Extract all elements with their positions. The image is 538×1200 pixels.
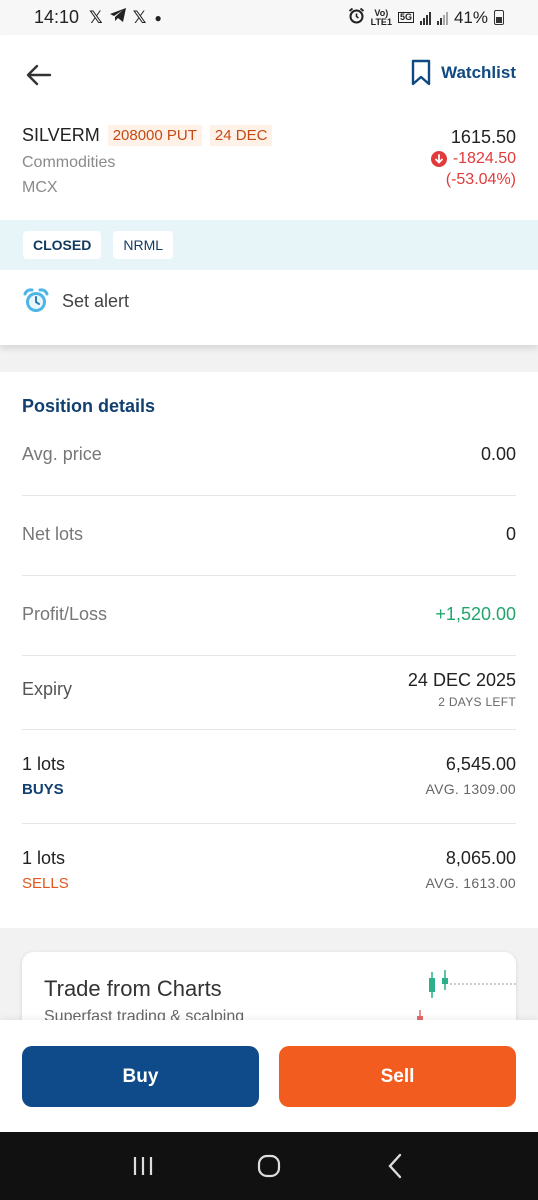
system-navigation-bar bbox=[0, 1132, 538, 1200]
instrument-header-card: Watchlist SILVERM 208000 PUT 24 DEC Comm… bbox=[0, 35, 538, 345]
battery-icon bbox=[494, 10, 504, 25]
sell-amount: 8,065.00 bbox=[445, 848, 516, 868]
sell-button[interactable]: Sell bbox=[279, 1046, 516, 1107]
avg-price-label: Avg. price bbox=[22, 444, 102, 464]
product-badge-nrml: NRML bbox=[113, 231, 174, 259]
set-alert-label: Set alert bbox=[62, 290, 130, 311]
avg-price-row: Avg. price 0.00 bbox=[22, 444, 516, 465]
signal-icon-2 bbox=[436, 11, 448, 25]
order-action-bar: Buy Sell bbox=[0, 1020, 538, 1132]
last-traded-price: 1615.50 bbox=[450, 127, 516, 147]
sell-lots: 1 lots bbox=[22, 848, 66, 868]
divider bbox=[22, 823, 516, 824]
set-alert-button[interactable]: Set alert bbox=[22, 287, 129, 315]
home-icon bbox=[257, 1154, 281, 1178]
net-lots-value: 0 bbox=[505, 524, 516, 544]
signal-icon bbox=[419, 11, 431, 25]
status-strip: CLOSED NRML bbox=[0, 220, 538, 270]
instrument-exchange: MCX bbox=[22, 179, 58, 196]
alarm-clock-icon bbox=[23, 288, 49, 312]
status-badge-closed: CLOSED bbox=[23, 231, 102, 259]
price-change: -1824.50 bbox=[430, 150, 516, 168]
promo-title: Trade from Charts bbox=[44, 976, 222, 1001]
telegram-icon bbox=[109, 7, 127, 28]
net-lots-label: Net lots bbox=[22, 524, 84, 544]
sell-avg-price: AVG. 1613.00 bbox=[425, 875, 516, 891]
x-icon: 𝕏 bbox=[132, 7, 147, 27]
expiry-row: Expiry 24 DEC 2025 2 DAYS LEFT bbox=[22, 670, 516, 709]
expiry-label: Expiry bbox=[22, 679, 73, 699]
price-change-percent: (-53.04%) bbox=[445, 171, 516, 188]
position-details-title: Position details bbox=[22, 396, 156, 416]
expiry-tag: 24 DEC bbox=[209, 125, 273, 146]
bookmark-icon bbox=[411, 59, 431, 86]
volte-indicator: Vo) LTE1 bbox=[370, 8, 392, 27]
buy-summary-row: 1 lots BUYS 6,545.00 AVG. 1309.00 bbox=[22, 754, 516, 798]
profit-loss-label: Profit/Loss bbox=[22, 604, 108, 624]
recent-apps-icon bbox=[133, 1157, 153, 1175]
status-bar: 14:10 𝕏 𝕏 ● Vo) LTE1 5G 41% bbox=[0, 0, 538, 35]
expiry-days-left: 2 DAYS LEFT bbox=[438, 695, 516, 709]
watchlist-label: Watchlist bbox=[441, 62, 516, 82]
strike-tag: 208000 PUT bbox=[107, 125, 202, 146]
battery-percent: 41% bbox=[453, 7, 488, 27]
arrow-left-icon bbox=[26, 64, 52, 86]
buy-amount: 6,545.00 bbox=[445, 754, 516, 774]
system-back-button[interactable] bbox=[375, 1146, 415, 1186]
buy-lots: 1 lots bbox=[22, 754, 66, 774]
x-icon: 𝕏 bbox=[89, 7, 103, 27]
buys-label: BUYS bbox=[22, 781, 64, 798]
buy-button[interactable]: Buy bbox=[22, 1046, 259, 1107]
position-details-card: Position details Avg. price 0.00 Net lot… bbox=[0, 372, 538, 928]
net-type-indicator: 5G bbox=[397, 12, 414, 23]
price-change-value: -1824.50 bbox=[452, 150, 516, 167]
instrument-symbol: SILVERM bbox=[22, 125, 100, 145]
avg-price-value: 0.00 bbox=[480, 444, 516, 464]
net-lots-row: Net lots 0 bbox=[22, 524, 516, 545]
arrow-down-icon bbox=[430, 151, 447, 167]
home-button[interactable] bbox=[249, 1146, 289, 1186]
sells-label: SELLS bbox=[22, 875, 69, 892]
instrument-segment: Commodities bbox=[22, 154, 116, 171]
buy-avg-price: AVG. 1309.00 bbox=[425, 781, 516, 797]
lte-label: LTE1 bbox=[370, 16, 392, 27]
divider bbox=[22, 655, 516, 656]
more-notifications-dot: ● bbox=[154, 10, 162, 25]
divider bbox=[22, 575, 516, 576]
recent-apps-button[interactable] bbox=[123, 1146, 163, 1186]
profit-loss-row: Profit/Loss +1,520.00 bbox=[22, 604, 516, 625]
expiry-date: 24 DEC 2025 bbox=[407, 670, 516, 690]
back-button[interactable] bbox=[22, 60, 56, 90]
profit-loss-value: +1,520.00 bbox=[435, 604, 516, 624]
divider bbox=[22, 729, 516, 730]
alarm-icon bbox=[348, 7, 365, 29]
chevron-left-icon bbox=[388, 1153, 402, 1179]
sell-summary-row: 1 lots SELLS 8,065.00 AVG. 1613.00 bbox=[22, 848, 516, 892]
watchlist-button[interactable]: Watchlist bbox=[411, 59, 516, 86]
status-time: 14:10 bbox=[34, 7, 80, 27]
divider bbox=[22, 495, 516, 496]
